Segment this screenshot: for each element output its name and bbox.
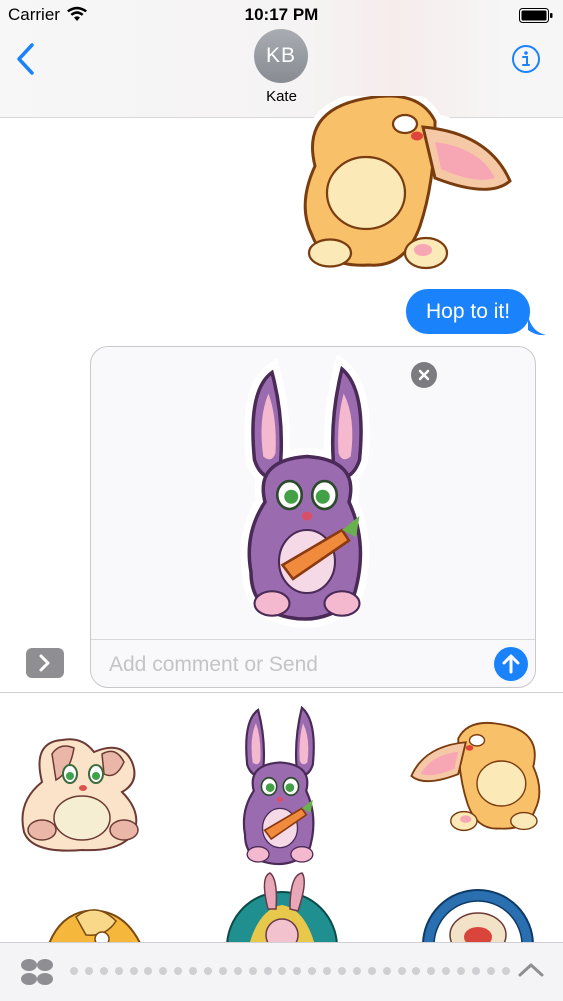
page-dot[interactable] [442,967,451,975]
compose-placeholder[interactable]: Add comment or Send [109,653,318,677]
page-dot[interactable] [218,967,227,975]
send-arrow-icon [502,654,520,674]
orange-bunny-sticker-icon[interactable] [402,701,552,851]
page-dot[interactable] [233,967,242,975]
sent-sticker[interactable] [280,96,530,286]
avatar-initials: KB [265,44,296,67]
expand-button[interactable] [26,648,64,678]
page-dot[interactable] [293,967,302,975]
compose-field[interactable]: Add comment or Send [90,346,536,688]
remove-sticker-button[interactable] [411,362,437,388]
page-dot[interactable] [70,967,78,975]
page-dot[interactable] [501,967,510,975]
page-dot[interactable] [472,967,481,975]
page-dot[interactable] [382,967,391,975]
status-bar: Carrier 10:17 PM [0,0,563,30]
bubble-tail [528,316,546,336]
page-dots[interactable] [70,967,510,977]
page-dot[interactable] [248,967,257,975]
page-dot[interactable] [189,967,198,975]
status-time: 10:17 PM [244,5,319,24]
page-dot[interactable] [204,967,213,975]
page-dot[interactable] [174,967,183,975]
info-icon[interactable] [511,44,541,74]
bunny-teal-circle-sticker-icon[interactable] [218,869,346,943]
page-dot[interactable] [84,967,93,975]
chevron-up-icon[interactable] [516,959,546,979]
page-dot[interactable] [159,967,168,975]
purple-bunny-carrot-sticker-icon[interactable] [225,699,335,874]
app-drawer-bar [0,942,563,1001]
page-dot[interactable] [352,967,361,975]
purple-bunny-carrot-sticker-icon [217,355,397,635]
yellow-bunny-sticker-icon[interactable] [16,891,156,943]
page-dot[interactable] [397,967,406,975]
page-dot[interactable] [367,967,376,975]
send-button[interactable] [494,647,528,681]
page-dot[interactable] [323,967,332,975]
page-dot[interactable] [278,967,287,975]
page-dot[interactable] [427,967,436,975]
orange-bunny-sticker-icon [280,96,530,286]
app-drawer-icon[interactable] [18,957,56,987]
remove-sticker-icon [418,369,430,381]
page-dot[interactable] [263,967,272,975]
back-chevron-icon[interactable] [14,42,38,76]
page-dot[interactable] [338,967,347,975]
message-bubble[interactable]: Hop to it! [406,289,531,334]
page-dot[interactable] [486,967,495,975]
page-dot[interactable] [99,967,108,975]
compose-divider [91,639,535,640]
page-dot[interactable] [144,967,153,975]
bunny-blue-circle-sticker-icon[interactable] [414,883,542,943]
battery-icon [519,8,553,23]
page-dot[interactable] [457,967,466,975]
page-dot[interactable] [412,967,421,975]
page-dot[interactable] [308,967,317,975]
message-text: Hop to it! [426,300,511,323]
expand-chevron-icon [39,654,50,672]
pink-bunny-sticker-icon[interactable] [12,717,152,867]
page-dot[interactable] [129,967,138,975]
page-dot[interactable] [114,967,123,975]
avatar[interactable]: KB [254,29,308,83]
sticker-drawer [0,693,563,943]
